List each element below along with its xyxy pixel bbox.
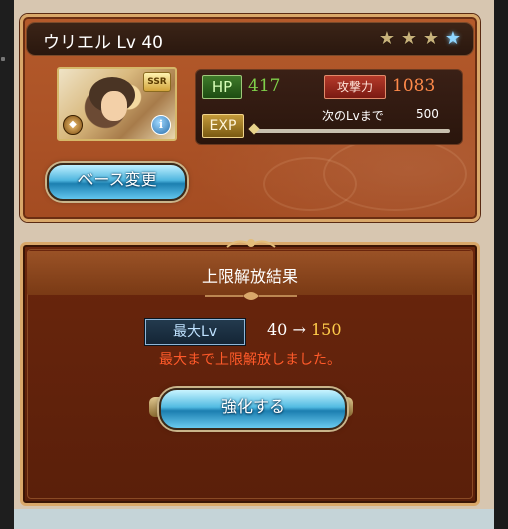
lv-arrow: →	[292, 320, 306, 339]
element-icon: ◆	[63, 115, 83, 135]
next-lv-label: 次のLvまで	[322, 109, 384, 123]
exp-bar	[254, 129, 450, 133]
info-icon[interactable]: i	[151, 115, 171, 135]
attack-label: 攻撃力	[324, 75, 386, 99]
left-edge-strip	[0, 0, 14, 529]
max-lv-label: 最大Lv	[145, 319, 245, 345]
character-panel: ウリエル Lv 40 ★ ★ ★ ★ SSR ◆ i HP 417 攻撃力 10…	[20, 14, 480, 222]
next-lv-value: 500	[416, 107, 439, 121]
exp-label: EXP	[202, 114, 244, 138]
star-blue-icon: ★	[444, 28, 462, 49]
lv-change: 40 → 150	[267, 320, 342, 339]
lv-to: 150	[310, 320, 342, 339]
character-name: ウリエル Lv 40	[43, 33, 163, 53]
character-title-bar: ウリエル Lv 40 ★ ★ ★ ★	[27, 23, 473, 55]
edge-dot	[1, 57, 5, 61]
change-base-button[interactable]: ベース変更	[47, 163, 187, 201]
hp-label: HP	[202, 75, 242, 99]
bottom-strip	[14, 509, 494, 529]
star-icon: ★	[378, 28, 396, 49]
rarity-stars: ★ ★ ★ ★	[377, 29, 463, 49]
limit-break-result-panel: 上限解放結果 最大Lv 40 → 150 最大まで上限解放しました。 強化する	[20, 239, 480, 506]
character-portrait[interactable]: SSR ◆ i	[57, 67, 177, 141]
right-edge-strip	[494, 0, 508, 529]
result-title: 上限解放結果	[201, 267, 298, 286]
lv-from: 40	[267, 320, 288, 339]
result-message: 最大まで上限解放しました。	[159, 352, 341, 368]
enhance-button[interactable]: 強化する	[159, 388, 347, 430]
attack-value: 1083	[392, 76, 436, 96]
top-ornament-icon	[226, 239, 276, 248]
ssr-badge: SSR	[143, 72, 171, 92]
hp-value: 417	[248, 76, 281, 96]
star-icon: ★	[400, 28, 418, 49]
decor-swirl	[263, 157, 357, 211]
star-icon: ★	[422, 28, 440, 49]
header-ornament-icon	[205, 292, 297, 300]
result-header: 上限解放結果	[27, 251, 473, 300]
portrait-face	[101, 91, 127, 121]
stats-box: HP 417 攻撃力 1083 EXP 次のLvまで 500	[195, 69, 463, 145]
